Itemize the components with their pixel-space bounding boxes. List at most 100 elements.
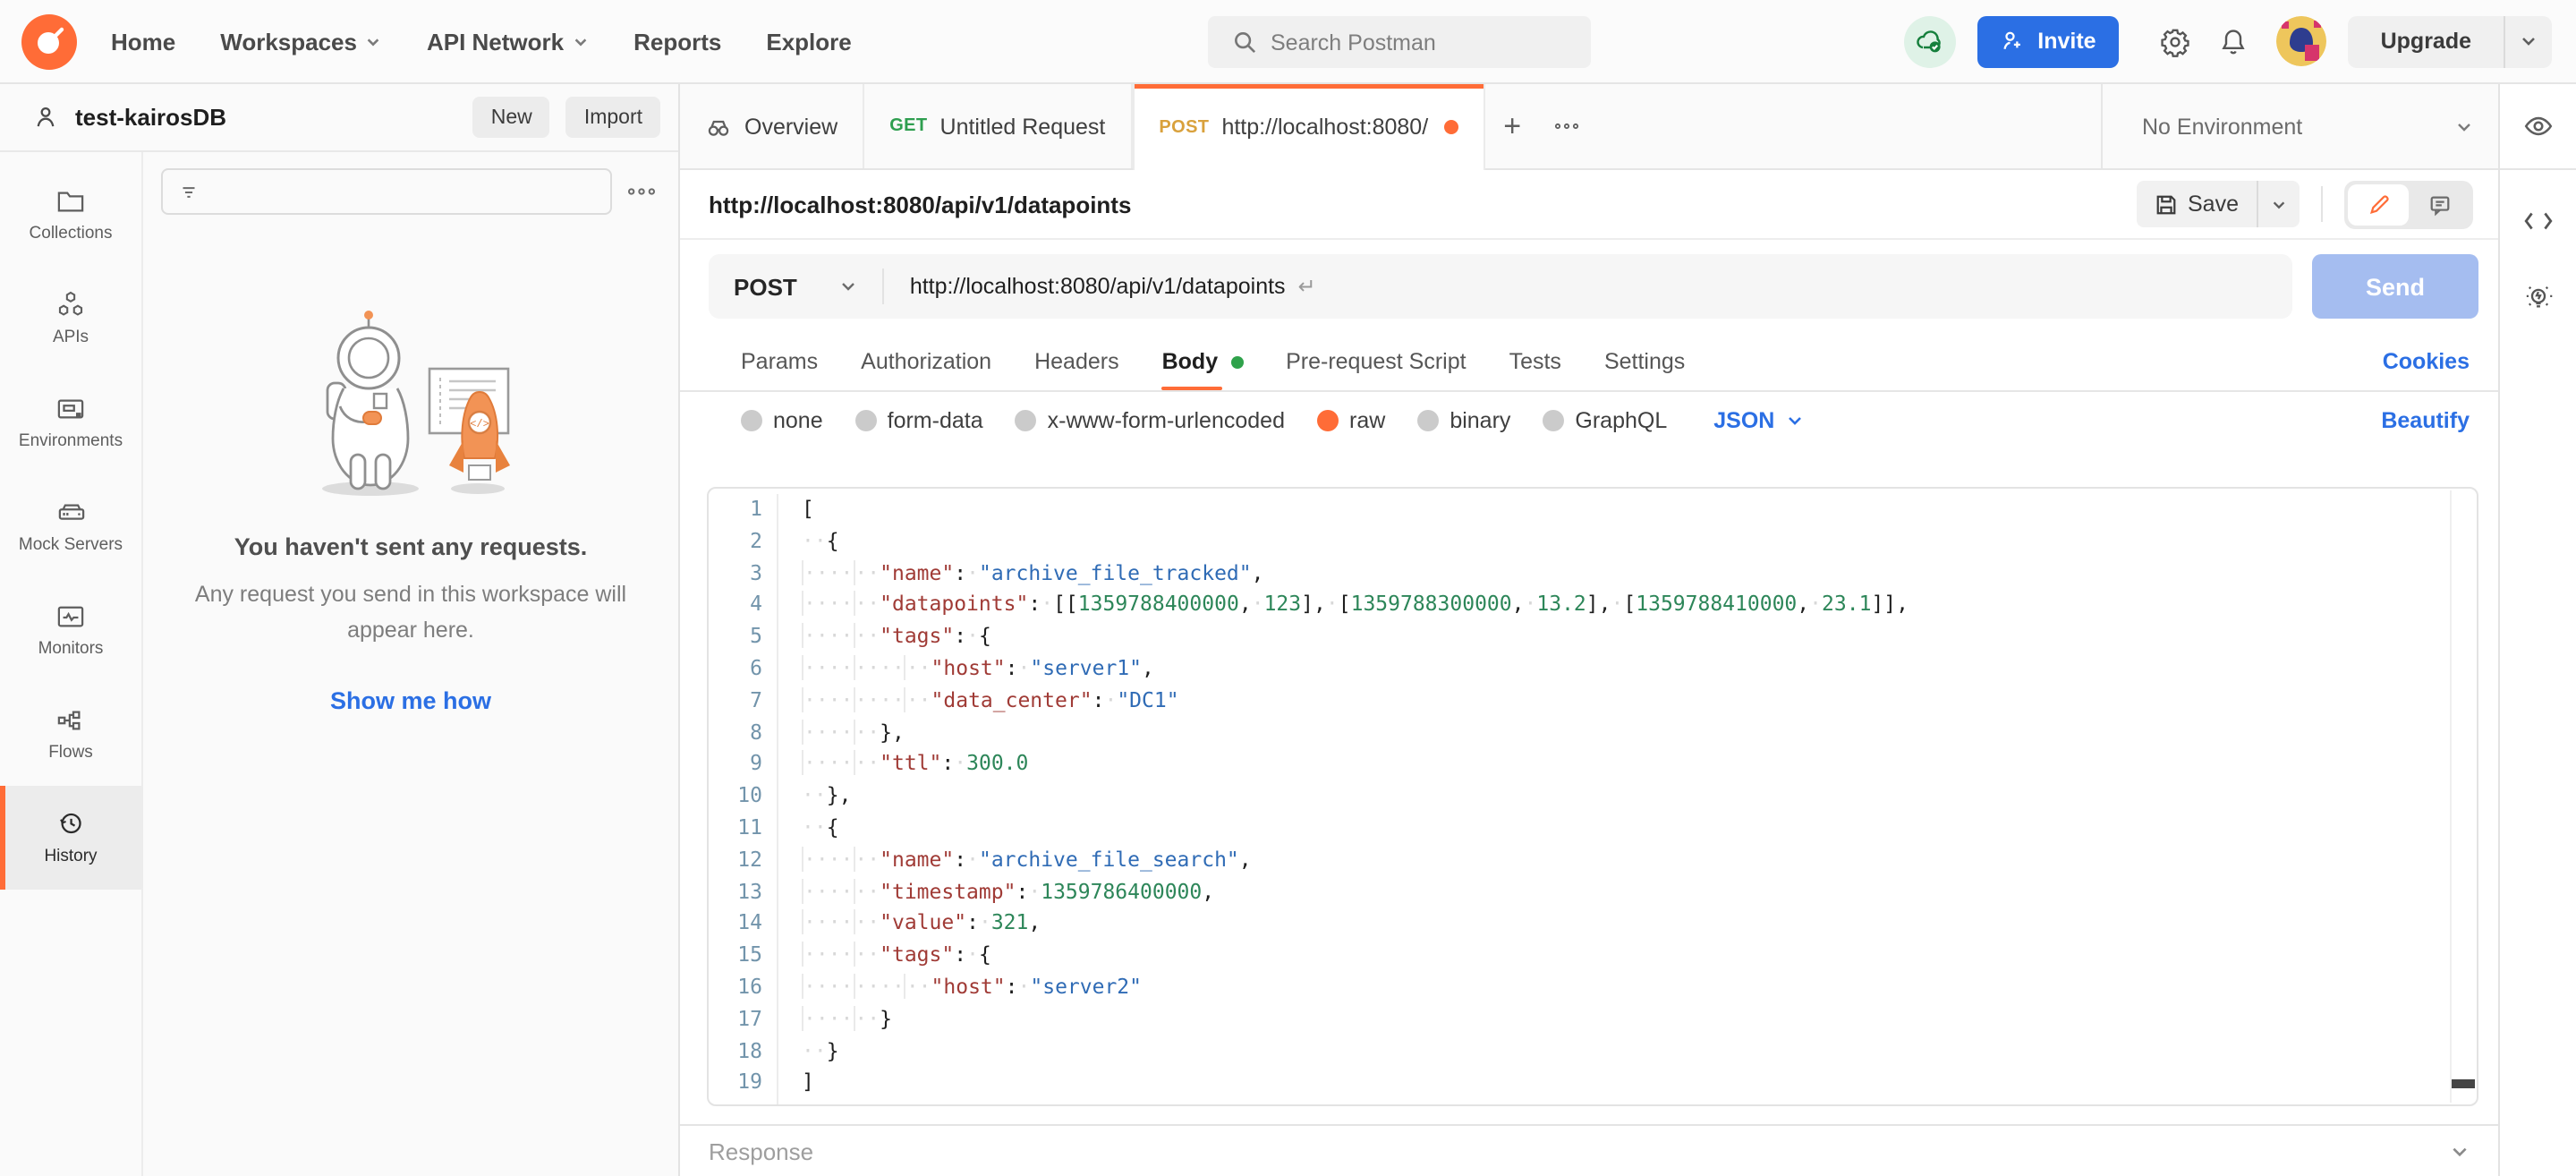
code-line[interactable]: 18··} xyxy=(709,1035,2477,1068)
tab-more-options-icon[interactable] xyxy=(1539,84,1593,168)
code-line[interactable]: 19] xyxy=(709,1068,2477,1100)
body-type-x-www-form-urlencoded[interactable]: x-www-form-urlencoded xyxy=(1016,408,1285,433)
top-bar: Home Workspaces API Network Reports Expl… xyxy=(0,0,2576,84)
code-line[interactable]: 20 xyxy=(709,1099,2477,1106)
body-type-none[interactable]: none xyxy=(741,408,823,433)
chevron-down-icon xyxy=(366,33,382,49)
code-line[interactable]: 5······"tags":·{ xyxy=(709,621,2477,653)
code-line[interactable]: 10··}, xyxy=(709,780,2477,813)
nav-home[interactable]: Home xyxy=(100,17,186,65)
tab-pre-request-script[interactable]: Pre-request Script xyxy=(1286,333,1466,390)
code-line[interactable]: 7··········"data_center":·"DC1" xyxy=(709,686,2477,718)
line-number: 19 xyxy=(709,1068,778,1100)
upgrade-button[interactable]: Upgrade xyxy=(2349,15,2504,67)
history-filter-input[interactable] xyxy=(161,168,612,215)
code-line[interactable]: 3······"name":·"archive_file_tracked", xyxy=(709,558,2477,590)
response-expand-chevron-icon[interactable] xyxy=(2450,1141,2470,1161)
line-number: 10 xyxy=(709,780,778,813)
tab-headers[interactable]: Headers xyxy=(1034,333,1119,390)
line-number: 14 xyxy=(709,908,778,941)
response-label: Response xyxy=(709,1138,813,1164)
cookies-link[interactable]: Cookies xyxy=(2383,349,2498,374)
request-title[interactable]: http://localhost:8080/api/v1/datapoints xyxy=(709,191,1131,217)
nav-api-network[interactable]: API Network xyxy=(416,17,599,65)
code-line[interactable]: 4······"datapoints":·[[1359788400000,·12… xyxy=(709,590,2477,622)
lightbulb-icon[interactable] xyxy=(2523,283,2554,313)
save-options-chevron[interactable] xyxy=(2257,181,2300,227)
edit-pencil-icon[interactable] xyxy=(2348,183,2409,225)
empty-state-illustration: </> xyxy=(259,304,563,505)
code-line[interactable]: 13······"timestamp":·1359786400000, xyxy=(709,876,2477,908)
editor-scrollbar-thumb[interactable] xyxy=(2452,1079,2475,1088)
sync-status-icon[interactable] xyxy=(1903,15,1955,67)
body-type-binary[interactable]: binary xyxy=(1417,408,1510,433)
code-line[interactable]: 2··{ xyxy=(709,526,2477,558)
rail-item-environments[interactable]: Environments xyxy=(0,371,141,474)
notifications-bell-icon[interactable] xyxy=(2220,26,2249,56)
search-input[interactable]: Search Postman xyxy=(1208,16,1591,68)
collections-folder-icon xyxy=(55,187,86,214)
body-type-raw[interactable]: raw xyxy=(1317,408,1385,433)
method-selector[interactable]: POST xyxy=(709,273,883,300)
environment-quick-look-eye-icon[interactable] xyxy=(2500,84,2576,170)
tab-settings[interactable]: Settings xyxy=(1604,333,1685,390)
body-editor-area: 1[2··{3······"name":·"archive_file_track… xyxy=(680,449,2498,1124)
line-number: 4 xyxy=(709,590,778,622)
tab-params[interactable]: Params xyxy=(741,333,818,390)
avatar[interactable] xyxy=(2277,16,2327,66)
code-line[interactable]: 6··········"host":·"server1", xyxy=(709,653,2477,686)
body-type-graphql[interactable]: GraphQL xyxy=(1543,408,1667,433)
apis-hexagons-icon xyxy=(55,290,86,319)
code-line[interactable]: 17······} xyxy=(709,1004,2477,1036)
rail-item-collections[interactable]: Collections xyxy=(0,163,141,267)
line-number: 13 xyxy=(709,876,778,908)
tab-overview[interactable]: Overview xyxy=(680,84,864,168)
new-button[interactable]: New xyxy=(473,97,550,138)
upgrade-chevron-button[interactable] xyxy=(2504,15,2552,67)
settings-gear-icon[interactable] xyxy=(2161,26,2191,56)
code-line[interactable]: 11··{ xyxy=(709,813,2477,845)
tab-authorization[interactable]: Authorization xyxy=(861,333,991,390)
line-number: 20 xyxy=(709,1099,778,1106)
rail-item-flows[interactable]: Flows xyxy=(0,682,141,786)
rail-item-history[interactable]: History xyxy=(0,786,141,890)
response-section-header[interactable]: Response xyxy=(680,1124,2498,1176)
code-editor[interactable]: 1[2··{3······"name":·"archive_file_track… xyxy=(707,487,2478,1106)
url-input[interactable]: http://localhost:8080/api/v1/datapoints xyxy=(885,274,1286,299)
rail-item-mock-servers[interactable]: Mock Servers xyxy=(0,474,141,578)
tab-body[interactable]: Body xyxy=(1162,333,1244,390)
nav-workspaces[interactable]: Workspaces xyxy=(209,17,393,65)
code-line[interactable]: 12······"name":·"archive_file_search", xyxy=(709,845,2477,877)
line-number: 6 xyxy=(709,653,778,686)
code-snippet-icon[interactable] xyxy=(2523,209,2554,233)
tab-get-untitled-request[interactable]: GET Untitled Request xyxy=(864,84,1132,168)
invite-button[interactable]: Invite xyxy=(1977,15,2119,67)
workspace-name[interactable]: test-kairosDB xyxy=(75,104,226,131)
environment-selector[interactable]: No Environment xyxy=(2101,84,2498,168)
code-line[interactable]: 8······}, xyxy=(709,717,2477,749)
code-line[interactable]: 14······"value":·321, xyxy=(709,908,2477,941)
history-empty-state: </> You ha xyxy=(143,304,678,714)
import-button[interactable]: Import xyxy=(566,97,660,138)
rail-item-monitors[interactable]: Monitors xyxy=(0,578,141,682)
language-selector[interactable]: JSON xyxy=(1713,408,1803,433)
send-button[interactable]: Send xyxy=(2312,254,2478,319)
add-tab-button[interactable]: + xyxy=(1485,84,1539,168)
nav-explore[interactable]: Explore xyxy=(755,17,862,65)
code-line[interactable]: 1[ xyxy=(709,494,2477,526)
overview-binoculars-icon xyxy=(705,114,732,139)
nav-reports[interactable]: Reports xyxy=(623,17,732,65)
show-me-how-link[interactable]: Show me how xyxy=(330,687,491,714)
code-line[interactable]: 9······"ttl":·300.0 xyxy=(709,749,2477,781)
body-type-form-data[interactable]: form-data xyxy=(855,408,983,433)
rail-item-apis[interactable]: APIs xyxy=(0,267,141,371)
tab-tests[interactable]: Tests xyxy=(1509,333,1561,390)
tab-post-localhost[interactable]: POST http://localhost:8080/ xyxy=(1132,84,1485,170)
save-button[interactable]: Save xyxy=(2136,181,2257,227)
postman-logo-icon[interactable] xyxy=(21,13,77,69)
beautify-link[interactable]: Beautify xyxy=(2381,408,2498,433)
more-options-icon[interactable] xyxy=(626,184,657,199)
code-line[interactable]: 15······"tags":·{ xyxy=(709,940,2477,972)
comment-bubble-icon[interactable] xyxy=(2409,183,2470,225)
code-line[interactable]: 16··········"host":·"server2" xyxy=(709,972,2477,1004)
